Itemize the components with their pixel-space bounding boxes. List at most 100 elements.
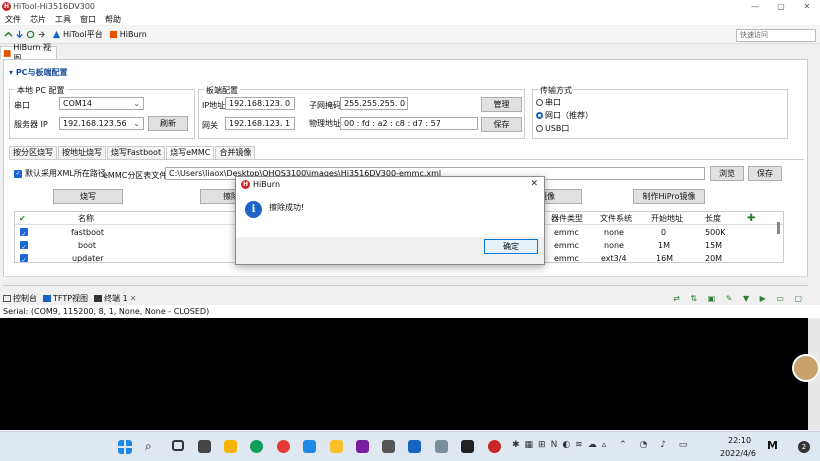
cell-length: 15M [705,241,723,250]
refresh-button[interactable]: 刷新 [148,116,188,131]
windows-start-icon[interactable] [118,440,132,454]
clock-time[interactable]: 22:10 [728,436,751,445]
window-title: HiTool-Hi3516DV300 [13,2,96,11]
transfer-title: 传输方式 [538,85,574,96]
checkbox-checked-icon: ✓ [14,169,22,178]
mac-label: 物理地址 [309,119,341,128]
app-icon[interactable] [330,440,343,453]
menu-tools[interactable]: 工具 [55,14,71,25]
burn-button[interactable]: 烧写 [53,189,123,204]
console-toolbar-icons[interactable]: ⇄ ⇅ ▣ ✎ ▼ ▶ ▭ ▢ [673,294,806,303]
hiburn-label: HiBurn [119,30,147,39]
row-checkbox[interactable]: ✓ [20,241,28,251]
dialog-title: HiBurn [253,179,281,189]
tab-merge[interactable]: 合并镜像 [215,146,256,159]
dialog-message: 擦除成功! [269,203,305,212]
tab-address[interactable]: 按地址烧写 [58,146,106,159]
use-xml-checkbox[interactable]: ✓ 默认采用XML所在路径 [14,168,106,179]
menu-file[interactable]: 文件 [5,14,21,25]
app-icon[interactable] [435,440,448,453]
radio-serial[interactable]: 串口 [536,97,561,108]
ip-field[interactable]: 192.168.123. 0 [225,97,295,110]
cell-length: 500K [705,228,726,237]
minimize-button[interactable]: — [742,0,768,13]
tray-icons[interactable]: ✱▦⊞N◐≋☁▵ ⌃ ◔ ♪ ▭ [512,440,692,450]
taskbar: ⌕ ✱▦⊞N◐≋☁▵ ⌃ ◔ ♪ ▭ 22:10 2022/4/6 M 2 [0,431,820,461]
server-ip-select[interactable]: 192.168.123.56 ⌄ [59,117,144,130]
app-icon[interactable] [382,440,395,453]
dialog-titlebar[interactable]: H HiBurn ✕ [236,177,544,191]
emmc-table-label: eMMC分区表文件 [103,171,168,180]
search-icon[interactable]: ⌕ [145,440,158,453]
select-all-check-icon[interactable]: ✔ [19,212,26,225]
onenote-icon[interactable] [356,440,369,453]
word-icon[interactable] [408,440,421,453]
menu-window[interactable]: 窗口 [80,14,96,25]
clock-date[interactable]: 2022/4/6 [720,449,756,458]
tab-tftp[interactable]: TFTP视图 [43,293,88,304]
radio-serial-dot [536,99,543,106]
refresh-icon[interactable] [26,30,35,39]
row-checkbox[interactable]: ✓ [20,228,28,238]
menu-chip[interactable]: 芯片 [30,14,46,25]
tab-terminal[interactable]: 终端 1 ✕ [94,293,136,304]
file-explorer-icon[interactable] [224,440,237,453]
make-hipro-button[interactable]: 制作HiPro镜像 [633,189,705,204]
maximize-button[interactable]: ▢ [768,0,794,13]
manage-button[interactable]: 管理 [481,97,522,112]
browse-button[interactable]: 浏览 [710,166,744,181]
tab-tftp-label: TFTP视图 [53,293,89,303]
add-row-icon[interactable]: ✚ [747,212,755,225]
ok-button[interactable]: 确定 [484,239,538,254]
tab-fastboot[interactable]: 烧写Fastboot [107,146,166,159]
hiburn-button[interactable]: HiBurn [109,30,147,39]
close-button[interactable]: ✕ [794,0,820,13]
toolbar: HiTool平台 HiBurn [0,26,820,44]
quick-access-input[interactable]: 快速访问 [736,29,816,42]
console-icon [3,294,11,302]
menu-help[interactable]: 帮助 [105,14,121,25]
cell-device: emmc [554,254,579,263]
cell-fs: none [604,241,624,250]
row-checkbox[interactable]: ✓ [20,254,28,262]
tab-emmc[interactable]: 烧写eMMC [166,146,215,159]
port-select[interactable]: COM14 ⌄ [59,97,144,110]
console-tabs: 控制台 TFTP视图 终端 1 ✕ ⇄ ⇅ ▣ ✎ ▼ ▶ ▭ ▢ [0,291,820,305]
input-method-icon[interactable]: M [767,439,778,452]
radio-network[interactable]: 网口（推荐） [536,110,593,121]
emmc-save-button[interactable]: 保存 [748,166,782,181]
tab-console[interactable]: 控制台 [3,293,37,304]
hitool-icon [52,30,61,39]
section-title[interactable]: ▾ PC与板端配置 [9,67,68,78]
col-device: 器件类型 [551,214,583,223]
connect-icon[interactable] [4,30,13,39]
mac-field[interactable]: 00 : fd : a2 : c8 : d7 : 57 [340,117,478,130]
terminal-output[interactable] [0,318,808,430]
arrow-icon[interactable] [37,30,46,39]
app-icon[interactable] [303,440,316,453]
horizontal-scrollbar[interactable] [3,276,808,285]
close-tab-icon[interactable]: ✕ [130,294,137,303]
mask-field[interactable]: 255.255.255. 0 [340,97,408,110]
terminal-app-icon[interactable] [461,440,474,453]
dialog-close-icon[interactable]: ✕ [530,179,538,189]
hitool-platform-button[interactable]: HiTool平台 [52,29,103,40]
dialog-body: i 擦除成功! [236,191,544,237]
table-scrollbar[interactable] [777,222,780,234]
tftp-icon [43,294,51,302]
board-save-button[interactable]: 保存 [481,117,522,132]
radio-usb[interactable]: USB口 [536,123,569,134]
browser-icon[interactable] [250,440,263,453]
tab-partition[interactable]: 按分区烧写 [9,146,57,159]
hiburn-view-tab[interactable]: HiBurn 视图 [0,43,57,63]
notification-badge[interactable]: 2 [798,441,810,453]
col-length: 长度 [705,214,721,223]
task-view-icon[interactable] [172,440,184,451]
download-icon[interactable] [15,30,24,39]
hitool-label: HiTool平台 [63,30,103,39]
widgets-icon[interactable] [198,440,211,453]
gateway-field[interactable]: 192.168.123. 1 [225,117,295,130]
app-icon[interactable] [277,440,290,453]
hitool-taskbar-icon[interactable] [488,440,501,453]
avatar[interactable] [792,354,820,382]
